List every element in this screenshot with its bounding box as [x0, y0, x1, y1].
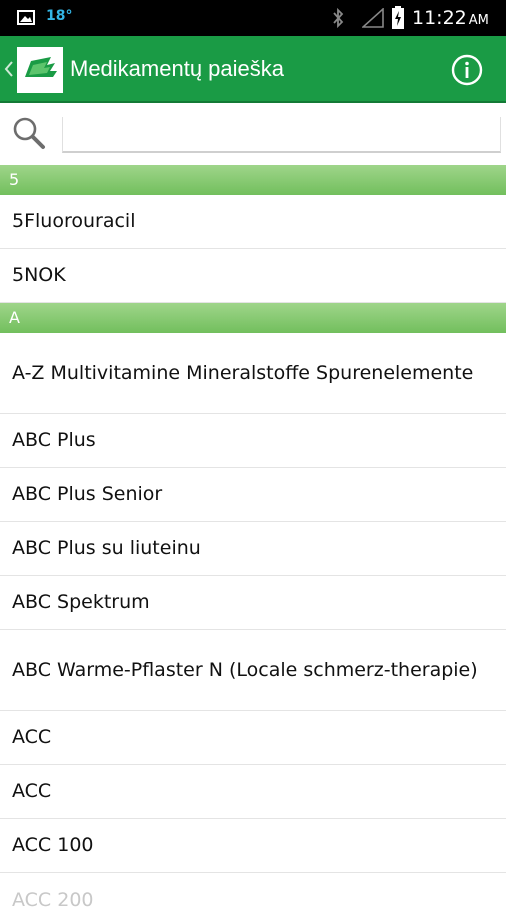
list-item[interactable]: ABC Spektrum [0, 576, 506, 630]
clock-ampm: AM [468, 13, 489, 28]
clock-time: 11:22 [412, 7, 467, 29]
list-item[interactable]: ABC Plus Senior [0, 468, 506, 522]
section-header-a: A [0, 303, 506, 333]
battery-charging-icon [392, 6, 404, 29]
page-title: Medikamentų paieška [70, 56, 285, 81]
status-bar: 18° 11:22 AM [0, 0, 506, 36]
list-item[interactable]: ACC [0, 765, 506, 819]
list-item[interactable]: ABC Plus su liuteinu [0, 522, 506, 576]
up-chevron-icon[interactable] [4, 61, 14, 77]
temperature-readout: 18° [46, 8, 73, 24]
search-input[interactable] [62, 117, 501, 153]
list-item[interactable]: ABC Warme-Pflaster N (Locale schmerz-the… [0, 630, 506, 711]
list-item[interactable]: 5NOK [0, 249, 506, 303]
action-bar: Medikamentų paieška [0, 36, 506, 103]
app-logo-icon[interactable] [17, 47, 63, 93]
list-item[interactable]: ACC [0, 711, 506, 765]
info-icon[interactable] [450, 53, 484, 87]
section-header-5: 5 [0, 165, 506, 195]
list-item[interactable]: 5Fluorouracil [0, 195, 506, 249]
signal-icon [362, 8, 384, 28]
list-item[interactable]: ABC Plus [0, 414, 506, 468]
list-item[interactable]: ACC 200 [0, 873, 506, 913]
list-item[interactable]: A-Z Multivitamine Mineralstoffe Spurenel… [0, 333, 506, 414]
medicine-list: 5 5Fluorouracil 5NOK A A-Z Multivitamine… [0, 165, 506, 913]
list-item[interactable]: ACC 100 [0, 819, 506, 873]
gallery-icon [17, 10, 35, 25]
clock: 11:22 AM [412, 7, 489, 29]
bluetooth-icon [333, 7, 344, 29]
search-icon [13, 117, 45, 149]
search-row [0, 103, 506, 165]
